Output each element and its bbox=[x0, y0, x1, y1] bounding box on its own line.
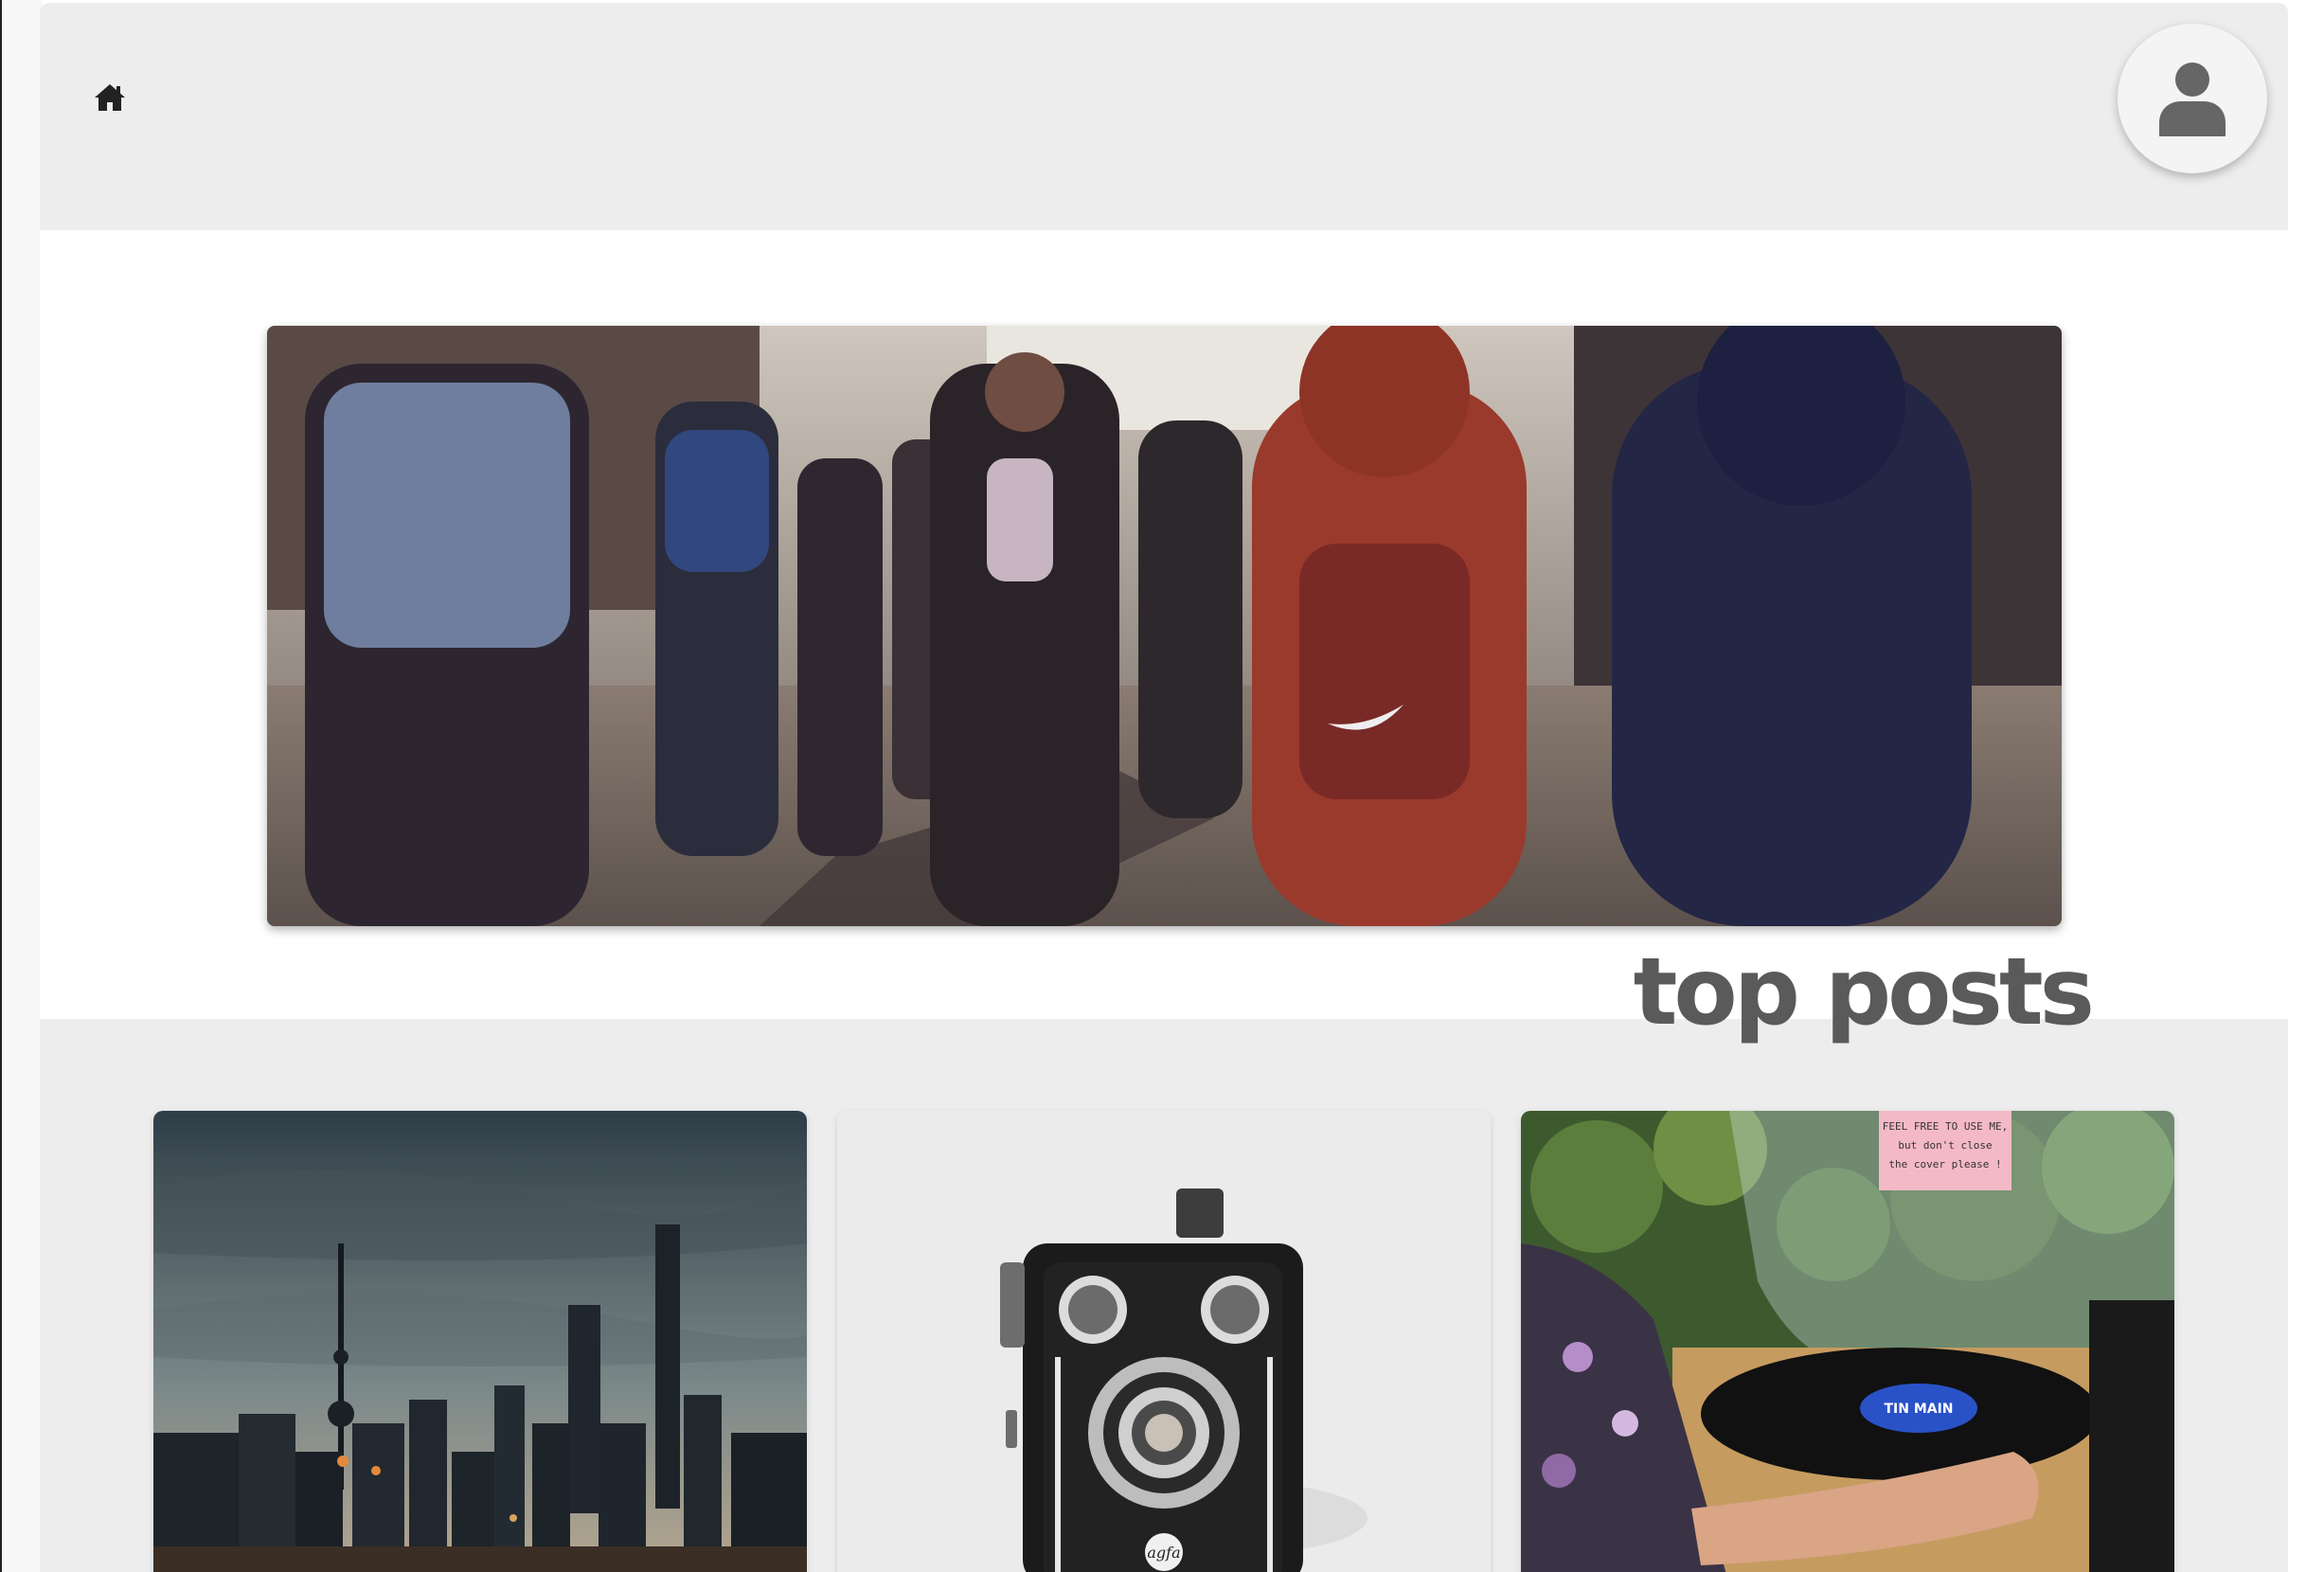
top-posts-title: top posts bbox=[1633, 938, 2095, 1046]
svg-text:agfa: agfa bbox=[1147, 1544, 1180, 1562]
svg-text:TIN MAIN: TIN MAIN bbox=[1884, 1402, 1953, 1417]
home-button[interactable] bbox=[93, 80, 127, 115]
post-card-skyline[interactable] bbox=[153, 1111, 807, 1572]
city-skyline-image bbox=[153, 1111, 807, 1572]
hero-image bbox=[267, 326, 2062, 926]
profile-avatar-button[interactable] bbox=[2118, 24, 2267, 173]
turntable-image: FEEL FREE TO USE ME, but don't close the… bbox=[1521, 1111, 2174, 1572]
vintage-camera-image: agfa bbox=[837, 1111, 1491, 1572]
svg-text:but don't close: but don't close bbox=[1898, 1139, 1992, 1152]
post-card-turntable[interactable]: FEEL FREE TO USE ME, but don't close the… bbox=[1521, 1111, 2174, 1572]
page: top posts agfa FEEL FREE TO USE ME, but … bbox=[40, 3, 2288, 1572]
top-bar bbox=[40, 3, 2288, 230]
svg-text:the cover please !: the cover please ! bbox=[1888, 1158, 2001, 1170]
post-card-camera[interactable]: agfa bbox=[837, 1111, 1491, 1572]
svg-text:FEEL FREE TO USE ME,: FEEL FREE TO USE ME, bbox=[1883, 1120, 2008, 1133]
home-icon bbox=[95, 84, 125, 111]
window-edge bbox=[0, 0, 42, 1572]
user-icon bbox=[2159, 63, 2226, 136]
